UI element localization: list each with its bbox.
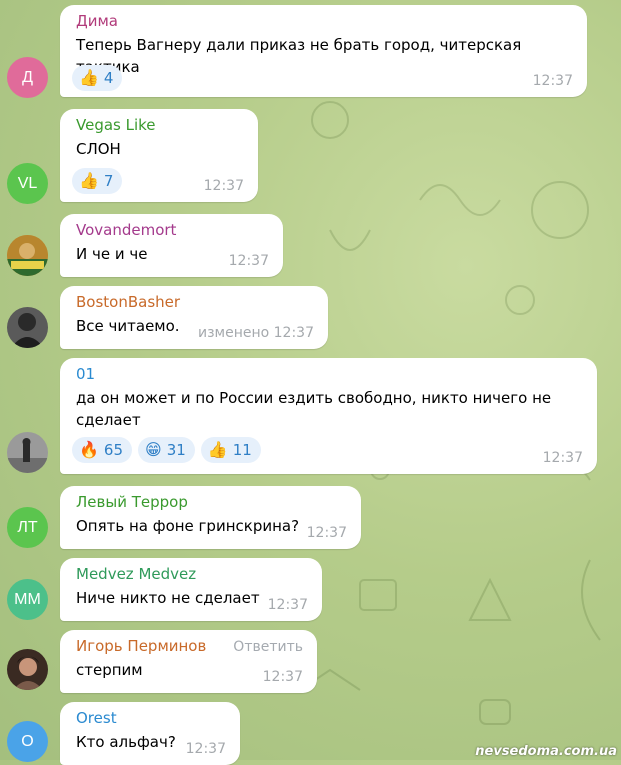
- message-text: да он может и по России ездить свободно,…: [76, 389, 552, 429]
- reaction-count: 31: [166, 441, 186, 459]
- reply-button[interactable]: Ответить: [233, 639, 303, 655]
- avatar[interactable]: [7, 432, 48, 473]
- avatar[interactable]: [7, 235, 48, 276]
- avatar[interactable]: Д: [7, 57, 48, 98]
- reaction-thumbs-up[interactable]: 👍 4: [72, 65, 123, 91]
- message-bubble[interactable]: Medvez Medvez Ниче никто не сделает 12:3…: [60, 558, 322, 621]
- avatar[interactable]: О: [7, 721, 48, 762]
- reaction-count: 7: [103, 172, 114, 190]
- message-time: 12:37: [267, 597, 308, 613]
- fire-icon: 🔥: [79, 440, 99, 459]
- message-time: 12:37: [228, 253, 269, 269]
- avatar-photo: [7, 649, 48, 690]
- reaction-fire[interactable]: 🔥 65: [72, 437, 133, 463]
- sender-name[interactable]: Medvez Medvez: [76, 565, 308, 584]
- avatar-photo: [7, 432, 48, 473]
- reaction-count: 11: [232, 441, 252, 459]
- thumbs-up-icon: 👍: [79, 171, 99, 190]
- avatar-photo: [7, 307, 48, 348]
- thumbs-up-icon: 👍: [207, 440, 228, 459]
- avatar[interactable]: [7, 649, 48, 690]
- message-bubble[interactable]: 01 да он может и по России ездить свобод…: [60, 358, 597, 474]
- sender-name[interactable]: Vegas Like: [76, 116, 244, 135]
- reaction-count: 4: [103, 69, 114, 87]
- message-time: 12:37: [203, 178, 244, 194]
- message-bubble[interactable]: Дима Теперь Вагнеру дали приказ не брать…: [60, 5, 587, 97]
- reaction-count: 65: [103, 441, 124, 459]
- avatar[interactable]: ЛТ: [7, 507, 48, 548]
- watermark: nevsedoma.com.ua: [475, 744, 617, 759]
- message-time: 12:37: [532, 73, 573, 89]
- message-bubble[interactable]: Vovandemort И че и че 12:37: [60, 214, 283, 277]
- avatar[interactable]: VL: [7, 163, 48, 204]
- avatar-photo: [7, 235, 48, 276]
- thumbs-up-icon: 👍: [79, 68, 99, 87]
- message-text: Теперь Вагнеру дали приказ не брать горо…: [76, 36, 522, 76]
- message-time: изменено 12:37: [198, 325, 314, 341]
- message-time: 12:37: [306, 525, 347, 541]
- message-bubble[interactable]: BostonBasher Все читаемо. изменено 12:37: [60, 286, 328, 349]
- sender-name[interactable]: BostonBasher: [76, 293, 314, 312]
- message-bubble[interactable]: Игорь Перминов Ответить стерпим 12:37: [60, 630, 317, 693]
- message-bubble[interactable]: Orest Кто альфач? 12:37: [60, 702, 240, 765]
- reaction-thumbs-up[interactable]: 👍 11: [200, 437, 261, 463]
- message-time: 12:37: [262, 669, 303, 685]
- message-time: 12:37: [542, 450, 583, 466]
- sender-name[interactable]: Orest: [76, 709, 226, 728]
- sender-name[interactable]: Левый Террор: [76, 493, 347, 512]
- message-bubble[interactable]: Левый Террор Опять на фоне гринскрина? 1…: [60, 486, 361, 549]
- reaction-thumbs-up[interactable]: 👍 7: [72, 168, 123, 194]
- avatar[interactable]: [7, 307, 48, 348]
- reaction-grin[interactable]: 😁 31: [138, 437, 195, 463]
- sender-name[interactable]: Дима: [76, 12, 573, 31]
- sender-name[interactable]: 01: [76, 365, 583, 384]
- message-bubble[interactable]: Vegas Like СЛОН 👍 7 12:37: [60, 109, 258, 202]
- sender-name[interactable]: Vovandemort: [76, 221, 269, 240]
- message-text: СЛОН: [76, 140, 121, 158]
- grin-icon: 😁: [145, 440, 162, 459]
- message-time: 12:37: [185, 741, 226, 757]
- avatar[interactable]: MM: [7, 579, 48, 620]
